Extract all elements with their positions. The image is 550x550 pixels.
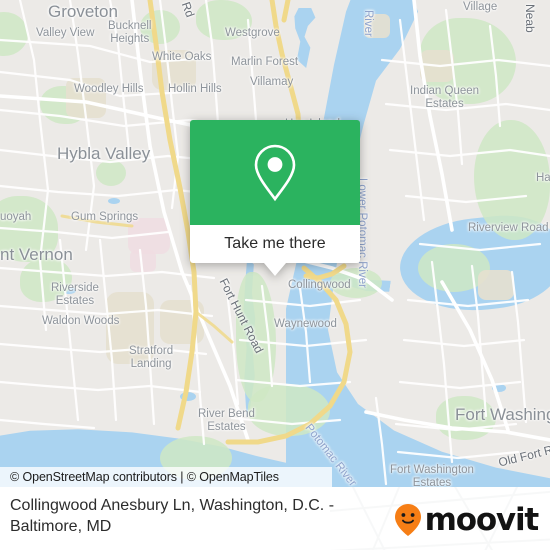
location-popup-card[interactable]: Take me there [190,120,360,276]
moovit-logo[interactable]: moovit [394,501,540,538]
moovit-pin-icon [394,504,421,536]
popup-card-header [190,120,360,225]
take-me-there-button[interactable]: Take me there [190,225,360,263]
map-pin-icon [254,144,296,201]
moovit-map-screenshot: Groveton Valley View Bucknell Heights White … [0,0,550,550]
footer-bar: Collingwood Anesbury Ln, Washington, D.C… [0,487,550,550]
page-title: Collingwood Anesbury Ln, Washington, D.C… [10,497,335,536]
take-me-there-label: Take me there [224,235,326,252]
map-canvas[interactable]: Groveton Valley View Bucknell Heights White … [0,0,550,487]
moovit-wordmark: moovit [424,501,540,538]
map-attribution[interactable]: © OpenStreetMap contributors | © OpenMap… [0,467,332,487]
popup-card-pointer [264,263,286,276]
map-attribution-text: © OpenStreetMap contributors | © OpenMap… [10,470,279,484]
